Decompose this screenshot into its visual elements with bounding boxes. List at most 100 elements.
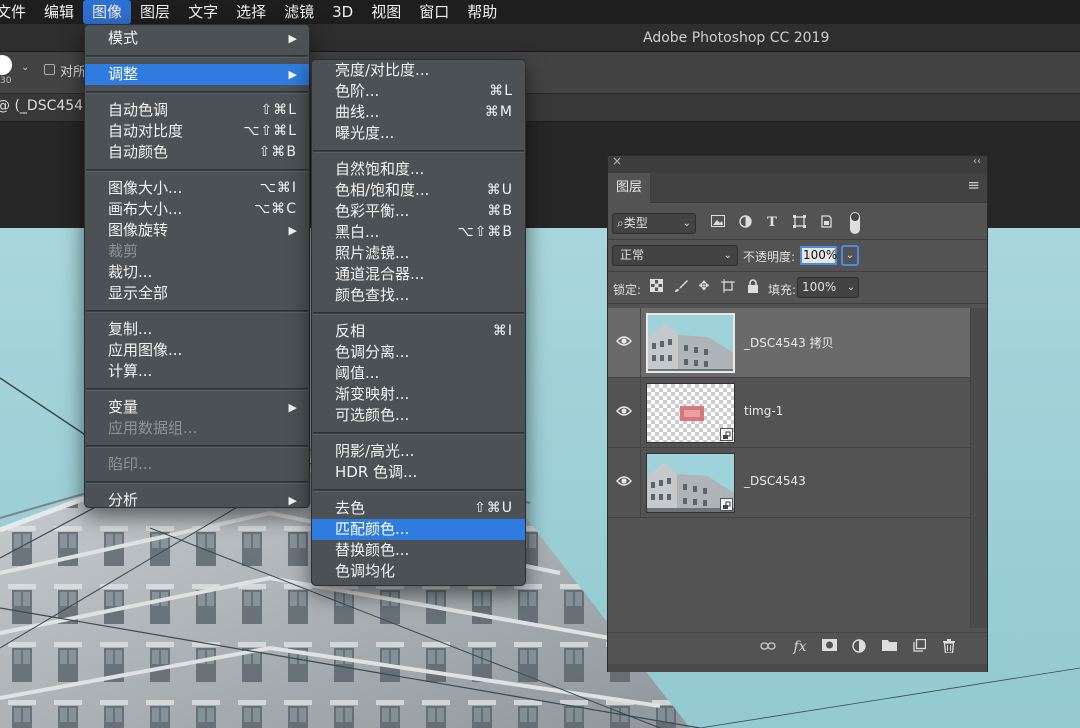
filter-toggle-switch[interactable] xyxy=(850,212,860,234)
adjust-menu-item[interactable]: 阈值... xyxy=(312,363,525,384)
adjust-menu-item[interactable]: 色相/饱和度... ⌘U xyxy=(312,180,525,201)
menubar-item[interactable]: 文件 xyxy=(0,0,35,24)
align-checkbox[interactable] xyxy=(44,64,55,75)
submenu-arrow-icon: ▶ xyxy=(288,68,297,81)
adjustments-submenu: 亮度/对比度... 色阶... ⌘L 曲线... ⌘M 曝光度... 自然饱和度... 色相/… xyxy=(311,59,526,586)
layer-filter-select[interactable]: ⌕类型 ⌄ xyxy=(612,213,696,234)
menu-item-label: 去色 xyxy=(335,499,366,517)
lock-image-pixels-icon[interactable] xyxy=(673,279,689,295)
adjust-menu-item[interactable]: 反相 ⌘I xyxy=(312,321,525,342)
adjust-menu-item[interactable]: 曝光度... xyxy=(312,123,525,144)
layer-thumbnail[interactable] xyxy=(646,453,735,513)
menu-item-label: 图像旋转 xyxy=(108,221,169,239)
layer-row[interactable]: timg-1 xyxy=(608,378,970,448)
image-menu-item[interactable]: 自动对比度 ⌥⇧⌘L xyxy=(85,121,309,142)
layers-scrollbar[interactable] xyxy=(970,308,987,628)
adjust-menu-item[interactable]: 可选颜色... xyxy=(312,405,525,426)
blend-mode-select[interactable]: 正常 ⌄ xyxy=(612,245,738,266)
image-menu-item[interactable]: 变量 ▶ xyxy=(85,397,309,418)
image-menu-item[interactable]: 图像大小... ⌥⌘I xyxy=(85,178,309,199)
adjust-menu-item[interactable]: 渐变映射... xyxy=(312,384,525,405)
menu-item-label: 复制... xyxy=(108,320,153,338)
layer-row[interactable]: _DSC4543 xyxy=(608,448,970,518)
image-menu-item[interactable]: 画布大小... ⌥⌘C xyxy=(85,199,309,220)
adjust-menu-item[interactable]: 亮度/对比度... xyxy=(312,60,525,81)
opacity-dropdown-chevron-icon[interactable]: ⌄ xyxy=(841,245,859,266)
smart-object-badge-icon xyxy=(720,498,733,511)
divider xyxy=(608,303,987,304)
panel-close-icon[interactable]: × xyxy=(612,154,622,168)
menubar-item[interactable]: 文字 xyxy=(179,0,227,24)
new-group-folder-icon[interactable] xyxy=(880,639,898,655)
menubar-item[interactable]: 选择 xyxy=(227,0,275,24)
image-menu-item[interactable]: 调整 ▶ xyxy=(85,64,309,85)
layer-row[interactable]: _DSC4543 拷贝 xyxy=(608,308,970,378)
menubar-item[interactable]: 帮助 xyxy=(458,0,506,24)
adjust-menu-item[interactable]: 色调均化 xyxy=(312,561,525,582)
opacity-input[interactable]: 100% xyxy=(800,246,837,265)
filter-pixel-icon[interactable] xyxy=(710,215,726,231)
image-menu-item[interactable]: 显示全部 xyxy=(85,283,309,304)
adjust-menu-item[interactable]: 自然饱和度... xyxy=(312,159,525,180)
image-menu-item[interactable]: 分析 ▶ xyxy=(85,490,309,511)
menu-item-label: 色相/饱和度... xyxy=(335,181,430,199)
adjust-menu-item[interactable]: 照片滤镜... xyxy=(312,243,525,264)
adjust-menu-item[interactable]: 阴影/高光... xyxy=(312,441,525,462)
tab-layers[interactable]: 图层 xyxy=(608,173,650,204)
image-menu-item[interactable]: 自动颜色 ⇧⌘B xyxy=(85,142,309,163)
image-menu-item[interactable]: 模式 ▶ xyxy=(85,28,309,49)
adjust-menu-item[interactable]: 去色 ⇧⌘U xyxy=(312,498,525,519)
visibility-eye-icon[interactable] xyxy=(616,405,632,417)
adjust-menu-item[interactable]: 色阶... ⌘L xyxy=(312,81,525,102)
adjust-menu-item[interactable]: 黑白... ⌥⇧⌘B xyxy=(312,222,525,243)
delete-layer-trash-icon[interactable] xyxy=(940,639,958,655)
fill-input[interactable]: 100% ⌄ xyxy=(797,277,859,298)
adjust-menu-item[interactable]: HDR 色调... xyxy=(312,462,525,483)
adjust-menu-item[interactable]: 色调分离... xyxy=(312,342,525,363)
menu-item-label: 应用数据组... xyxy=(108,419,198,437)
lock-position-icon[interactable]: ✥ xyxy=(696,279,712,295)
app-title: Adobe Photoshop CC 2019 xyxy=(643,30,830,46)
adjust-menu-item[interactable]: 替换颜色... xyxy=(312,540,525,561)
filter-adjustment-icon[interactable] xyxy=(737,215,753,231)
lock-transparent-pixels-icon[interactable] xyxy=(648,279,664,295)
new-layer-icon[interactable] xyxy=(910,638,928,655)
menubar-item[interactable]: 窗口 xyxy=(410,0,458,24)
layer-thumbnail[interactable] xyxy=(646,313,735,373)
adjust-menu-item[interactable]: 颜色查找... xyxy=(312,285,525,306)
lock-all-icon[interactable] xyxy=(745,279,761,295)
chevron-down-icon: ⌄ xyxy=(723,250,732,261)
brush-picker-chevron-icon[interactable]: ⌄ xyxy=(21,62,29,73)
menubar-item[interactable]: 图层 xyxy=(131,0,179,24)
menubar-item[interactable]: 编辑 xyxy=(35,0,83,24)
image-menu-item[interactable]: 计算... xyxy=(85,361,309,382)
adjust-menu-item[interactable]: 匹配颜色... xyxy=(312,519,525,540)
submenu-arrow-icon: ▶ xyxy=(288,224,297,237)
add-mask-icon[interactable] xyxy=(820,639,838,655)
panel-menu-icon[interactable]: ≡ xyxy=(967,176,980,194)
menubar-item[interactable]: 视图 xyxy=(362,0,410,24)
document-tab[interactable]: @ (_DSC4543 xyxy=(0,98,92,114)
image-menu-item[interactable]: 应用图像... xyxy=(85,340,309,361)
link-layers-icon[interactable] xyxy=(759,639,777,655)
image-menu-item[interactable]: 裁切... xyxy=(85,262,309,283)
new-adjustment-layer-icon[interactable] xyxy=(850,639,868,655)
image-menu-item[interactable]: 复制... xyxy=(85,319,309,340)
adjust-menu-item[interactable]: 色彩平衡... ⌘B xyxy=(312,201,525,222)
filter-smart-object-icon[interactable] xyxy=(818,215,834,231)
filter-type-icon[interactable]: T xyxy=(764,215,780,231)
panel-collapse-icon[interactable]: ‹‹ xyxy=(973,156,981,167)
visibility-eye-icon[interactable] xyxy=(616,335,632,347)
layer-thumbnail[interactable] xyxy=(646,383,735,443)
menubar-item[interactable]: 3D xyxy=(323,0,362,24)
layer-style-fx-icon[interactable]: fx xyxy=(791,639,809,655)
visibility-eye-icon[interactable] xyxy=(616,475,632,487)
adjust-menu-item[interactable]: 曲线... ⌘M xyxy=(312,102,525,123)
image-menu-item[interactable]: 图像旋转 ▶ xyxy=(85,220,309,241)
menubar-item[interactable]: 滤镜 xyxy=(275,0,323,24)
image-menu-item[interactable]: 自动色调 ⇧⌘L xyxy=(85,100,309,121)
menubar-item[interactable]: 图像 xyxy=(83,0,132,24)
lock-artboard-icon[interactable] xyxy=(720,279,736,295)
filter-shape-icon[interactable] xyxy=(791,215,807,231)
adjust-menu-item[interactable]: 通道混合器... xyxy=(312,264,525,285)
